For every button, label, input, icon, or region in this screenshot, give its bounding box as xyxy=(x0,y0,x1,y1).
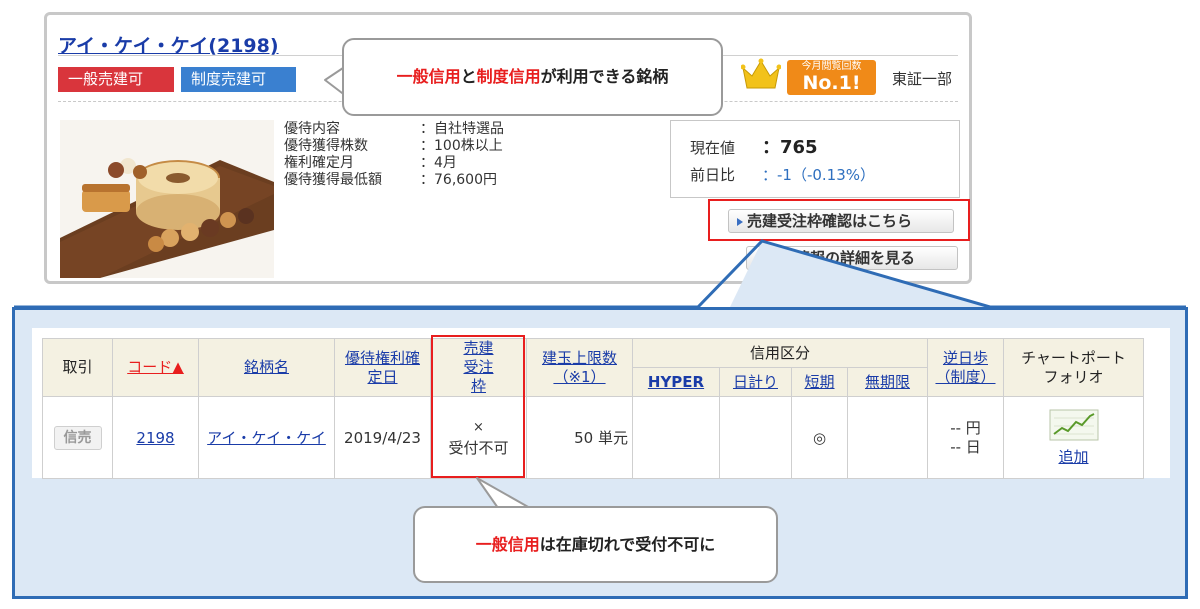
callout-top: 一般信用と制度信用が利用できる銘柄 xyxy=(342,38,723,116)
callout-bottom: 一般信用は在庫切れで受付不可に xyxy=(413,506,778,583)
